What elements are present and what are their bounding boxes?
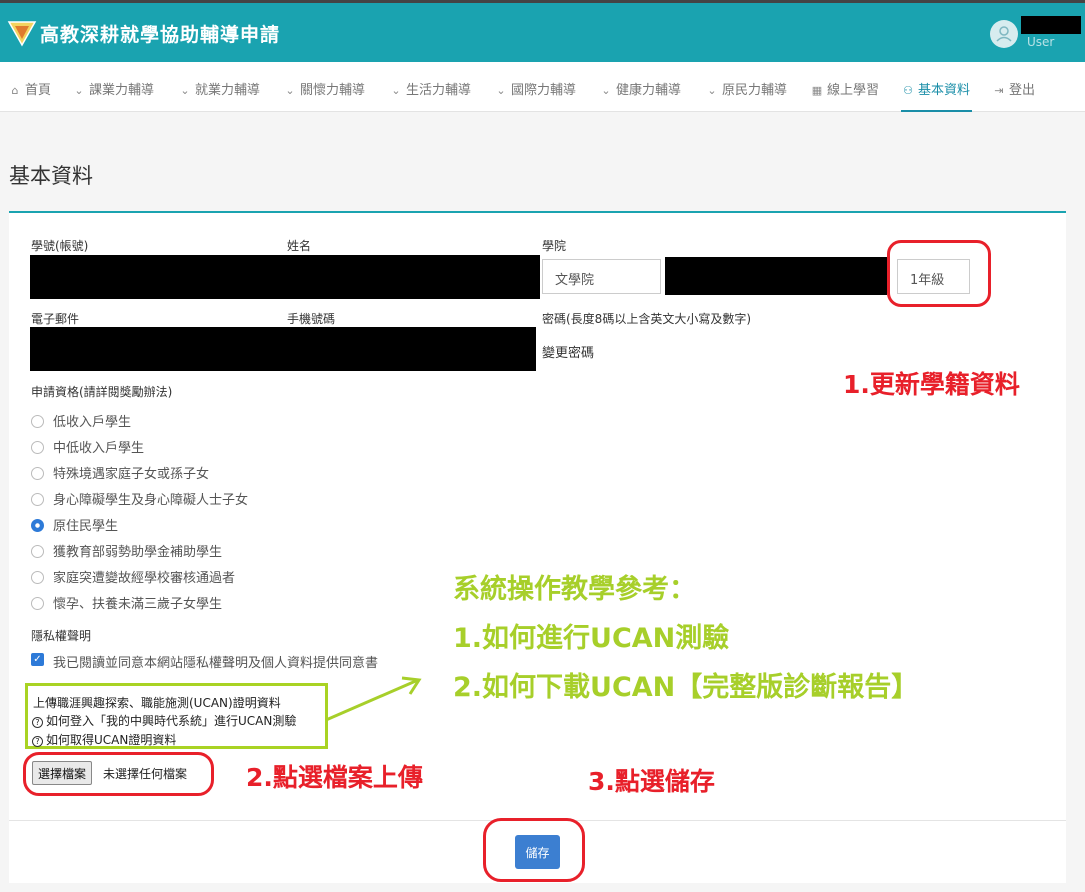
eligibility-option[interactable]: 中低收入戶學生 [31, 437, 144, 456]
name-label: 姓名 [287, 239, 312, 253]
change-password-link[interactable]: 變更密碼 [542, 342, 594, 361]
eligibility-option[interactable]: 懷孕、扶養未滿三歲子女學生 [31, 593, 222, 612]
university-logo-icon [7, 21, 37, 47]
privacy-agree-text[interactable]: 我已閱讀並同意本網站隱私權聲明及個人資料提供同意書 [53, 652, 378, 671]
chevron-down-icon: ⌄ [285, 84, 295, 97]
chevron-down-icon: ⌄ [391, 84, 401, 97]
department-redacted [665, 257, 887, 295]
nav-employment[interactable]: ⌄ 就業力輔導 [178, 79, 260, 112]
password-label: 密碼(長度8碼以上含英文大小寫及數字) [542, 312, 751, 326]
radio-button[interactable] [31, 467, 44, 480]
nav-international[interactable]: ⌄ 國際力輔導 [494, 79, 576, 112]
user-icon [996, 26, 1012, 42]
nav-logout[interactable]: ⇥ 登出 [992, 79, 1035, 112]
check-icon: ✓ [33, 654, 42, 665]
tutorial-title: 系統操作教學參考： [453, 574, 696, 605]
student-id-label: 學號(帳號) [31, 239, 89, 253]
nav-online-learning[interactable]: ▦ 線上學習 [810, 79, 879, 112]
page-title: 基本資料 [9, 164, 93, 188]
student-id-name-redacted [30, 255, 540, 299]
chevron-down-icon: ⌄ [496, 84, 506, 97]
arrow-icon [325, 676, 422, 722]
film-icon: ▦ [811, 84, 823, 97]
main-nav: ⌂ 首頁 ⌄ 課業力輔導 ⌄ 就業力輔導 ⌄ 關懷力輔導 ⌄ 生活力輔導 ⌄ 國際力輔導 ⌄… [0, 62, 1085, 112]
nav-indigenous[interactable]: ⌄ 原民力輔導 [705, 79, 787, 112]
college-field[interactable]: 文學院 [542, 259, 661, 294]
question-circle-icon: ? [32, 736, 43, 747]
tutorial-item-1: 1.如何進行UCAN測驗 [453, 623, 730, 654]
radio-button[interactable] [31, 441, 44, 454]
user-icon: ⚇ [903, 84, 913, 97]
eligibility-option[interactable]: 特殊境遇家庭子女或孫子女 [31, 463, 209, 482]
app-title: 高教深耕就學協助輔導申請 [40, 24, 281, 46]
chevron-down-icon: ⌄ [707, 84, 717, 97]
file-annotation-ring [23, 752, 214, 796]
nav-life[interactable]: ⌄ 生活力輔導 [389, 79, 471, 112]
eligibility-option[interactable]: 身心障礙學生及身心障礙人士子女 [31, 489, 248, 508]
nav-care[interactable]: ⌄ 關懷力輔導 [283, 79, 365, 112]
user-label: User [1027, 35, 1055, 49]
annotation-step1: 1.更新學籍資料 [843, 370, 1020, 399]
radio-button[interactable] [31, 545, 44, 558]
radio-button[interactable] [31, 415, 44, 428]
radio-button-checked[interactable] [31, 519, 44, 532]
logout-icon: ⇥ [994, 84, 1004, 97]
app-header: 高教深耕就學協助輔導申請 User [0, 0, 1085, 62]
question-circle-icon: ? [32, 717, 43, 728]
privacy-checkbox[interactable]: ✓ [31, 653, 44, 666]
eligibility-option-selected[interactable]: 原住民學生 [31, 515, 118, 534]
chevron-down-icon: ⌄ [74, 84, 84, 97]
tutorial-item-2: 2.如何下載UCAN【完整版診斷報告】 [453, 672, 919, 703]
save-annotation-ring [483, 818, 585, 882]
user-name-redacted [1021, 16, 1081, 34]
radio-button[interactable] [31, 597, 44, 610]
email-phone-redacted [30, 327, 536, 371]
nav-home[interactable]: ⌂ 首頁 [8, 79, 52, 112]
eligibility-label: 申請資格(請詳閱獎勵辦法) [31, 385, 173, 399]
eligibility-option[interactable]: 獲教育部弱勢助學金補助學生 [31, 541, 222, 560]
eligibility-option[interactable]: 低收入戶學生 [31, 411, 131, 430]
chevron-down-icon: ⌄ [180, 84, 190, 97]
eligibility-option[interactable]: 家庭突遭變故經學校審核通過者 [31, 567, 235, 586]
nav-academic[interactable]: ⌄ 課業力輔導 [72, 79, 154, 112]
avatar[interactable] [990, 20, 1018, 48]
grade-annotation-ring [887, 240, 991, 307]
nav-profile[interactable]: ⚇ 基本資料 [901, 79, 973, 112]
annotation-step2: 2.點選檔案上傳 [246, 763, 423, 792]
annotation-step3: 3.點選儲存 [588, 767, 715, 796]
home-icon: ⌂ [11, 84, 19, 97]
chevron-down-icon: ⌄ [601, 84, 611, 97]
college-label: 學院 [542, 239, 567, 253]
phone-label: 手機號碼 [287, 312, 336, 326]
radio-button[interactable] [31, 571, 44, 584]
email-label: 電子郵件 [31, 312, 80, 326]
ucan-help-link-2[interactable]: ? 如何取得UCAN證明資料 [32, 731, 176, 748]
upload-title: 上傳職涯興趣探索、職能施測(UCAN)證明資料 [33, 696, 281, 710]
privacy-label: 隱私權聲明 [31, 629, 92, 643]
radio-button[interactable] [31, 493, 44, 506]
nav-health[interactable]: ⌄ 健康力輔導 [599, 79, 681, 112]
ucan-help-link-1[interactable]: ? 如何登入「我的中興時代系統」進行UCAN測驗 [32, 712, 296, 729]
